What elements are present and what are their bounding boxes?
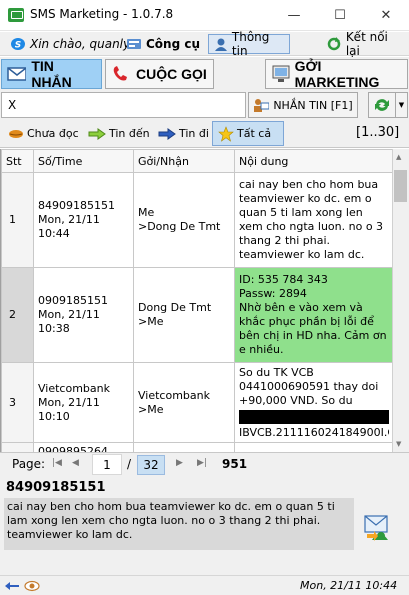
reconnect-icon	[327, 37, 341, 51]
page-number-input[interactable]: 1	[92, 454, 122, 475]
total-count: 951	[222, 457, 248, 471]
row-content: cai nay ben cho hom bua teamviewer ko dc…	[234, 172, 392, 268]
table-row[interactable]: 1 84909185151 Mon, 21/11 10:44 Me >Dong …	[1, 172, 392, 268]
close-button[interactable]: ✕	[363, 0, 409, 30]
user-info-icon	[215, 38, 227, 51]
search-row: NHẮN TIN [F1] ▼	[0, 91, 409, 119]
send-message-icon	[254, 99, 270, 112]
greeting-item: S Xin chào, quanly	[6, 34, 134, 54]
sms-app-icon	[8, 8, 24, 22]
tab-marketing[interactable]: GỞI MARKETING	[265, 58, 408, 90]
next-page-icon[interactable]: ▶	[176, 458, 183, 468]
row-direction	[133, 442, 235, 452]
row-phone-time: Vietcombank Mon, 21/11 10:10	[33, 362, 134, 443]
pager-separator: /	[127, 457, 132, 471]
filter-unread-button[interactable]: Chưa đọc	[2, 121, 85, 146]
column-header-content[interactable]: Nội dung	[234, 149, 392, 173]
status-bar: Mon, 21/11 10:44	[0, 575, 409, 595]
marketing-icon	[272, 65, 290, 82]
range-indicator: [1..30]	[356, 125, 400, 140]
envelope-icon	[7, 67, 27, 81]
incoming-arrow-icon	[88, 127, 106, 140]
detail-body: cai nay ben cho hom bua teamviewer ko dc…	[4, 498, 354, 550]
back-arrow-icon[interactable]	[4, 580, 20, 592]
row-stt	[1, 442, 34, 452]
star-icon	[218, 125, 234, 142]
reconnect-menu[interactable]: Kết nối lại	[322, 30, 409, 58]
tab-calls[interactable]: CUỘC GỌI	[105, 59, 214, 89]
menu-bar: S Xin chào, quanly Công cụ Thông tin Kết…	[0, 30, 409, 58]
outgoing-arrow-icon	[158, 127, 176, 140]
main-tabs: TIN NHẮN CUỘC GỌI GỞI MARKETING	[0, 57, 409, 91]
prev-page-icon[interactable]: ◀	[72, 458, 79, 468]
chevron-down-icon: ▼	[398, 101, 405, 109]
window-title: SMS Marketing - 1.0.7.8	[30, 7, 174, 21]
phone-icon	[113, 66, 127, 81]
scroll-down-icon[interactable]: ▼	[396, 440, 401, 448]
row-stt: 1	[1, 172, 34, 268]
table-row[interactable]: 0909895264	[1, 442, 392, 452]
message-grid: Stt Số/Time Gởi/Nhận Nội dung 1 84909185…	[0, 149, 392, 452]
maximize-button[interactable]: ☐	[317, 0, 363, 30]
row-direction: Dong De Tmt >Me	[133, 267, 235, 363]
refresh-dropdown-button[interactable]: ▼	[396, 92, 408, 118]
column-header-phone-time[interactable]: Số/Time	[33, 149, 134, 173]
table-row[interactable]: 3 Vietcombank Mon, 21/11 10:10 Vietcomba…	[1, 362, 392, 443]
grid-scrollbar-thumb[interactable]	[394, 170, 407, 202]
first-page-icon[interactable]: |◀	[52, 458, 62, 468]
row-phone-time: 84909185151 Mon, 21/11 10:44	[33, 172, 134, 268]
svg-text:S: S	[15, 41, 21, 51]
skype-icon: S	[11, 38, 25, 51]
column-header-stt[interactable]: Stt	[1, 149, 34, 173]
row-direction: Vietcombank >Me	[133, 362, 235, 443]
title-bar: SMS Marketing - 1.0.7.8 — ☐ ✕	[0, 0, 409, 31]
total-pages: 32	[137, 455, 165, 475]
last-page-icon[interactable]: ▶|	[197, 458, 207, 468]
pager: Page: |◀ ◀ 1 / 32 ▶ ▶| 951	[0, 452, 409, 476]
unread-icon	[9, 129, 23, 138]
row-stt: 2	[1, 267, 34, 363]
status-time: Mon, 21/11 10:44	[300, 579, 398, 592]
tools-icon	[127, 39, 141, 49]
reply-message-icon[interactable]	[362, 514, 392, 544]
tab-messages[interactable]: TIN NHẮN	[1, 58, 102, 90]
message-detail: 84909185151 cai nay ben cho hom bua team…	[0, 476, 409, 576]
row-content: So du TK VCB 0441000690591 thay doi +90,…	[234, 362, 392, 443]
pager-label: Page:	[12, 457, 46, 471]
greeting-text: Xin chào, quanly	[30, 37, 131, 51]
refresh-icon	[375, 99, 389, 111]
search-input[interactable]	[1, 92, 246, 118]
row-phone-time: 0909185151 Mon, 21/11 10:38	[33, 267, 134, 363]
redacted-block	[239, 409, 389, 424]
send-message-button[interactable]: NHẮN TIN [F1]	[248, 92, 358, 118]
filter-incoming-button[interactable]: Tin đến	[82, 121, 156, 146]
detail-phone: 84909185151	[6, 480, 106, 495]
filter-outgoing-button[interactable]: Tin đi	[152, 121, 215, 146]
table-row[interactable]: 2 0909185151 Mon, 21/11 10:38 Dong De Tm…	[1, 267, 392, 363]
info-menu[interactable]: Thông tin	[208, 30, 290, 58]
filter-all-button[interactable]: Tất cả	[212, 121, 284, 146]
row-content	[234, 442, 392, 452]
filter-row: Chưa đọc Tin đến Tin đi Tất cả [1..30]	[0, 119, 409, 148]
scroll-up-icon[interactable]: ▲	[396, 153, 401, 161]
eye-icon[interactable]	[24, 580, 40, 592]
row-direction: Me >Dong De Tmt	[133, 172, 235, 268]
row-phone-time: 0909895264	[33, 442, 134, 452]
minimize-button[interactable]: —	[271, 0, 317, 30]
row-content-highlighted: ID: 535 784 343 Passw: 2894 Nhờ bên e và…	[234, 267, 392, 363]
column-header-direction[interactable]: Gởi/Nhận	[133, 149, 235, 173]
tools-menu[interactable]: Công cụ	[122, 34, 204, 54]
refresh-button[interactable]	[368, 92, 396, 118]
row-stt: 3	[1, 362, 34, 443]
